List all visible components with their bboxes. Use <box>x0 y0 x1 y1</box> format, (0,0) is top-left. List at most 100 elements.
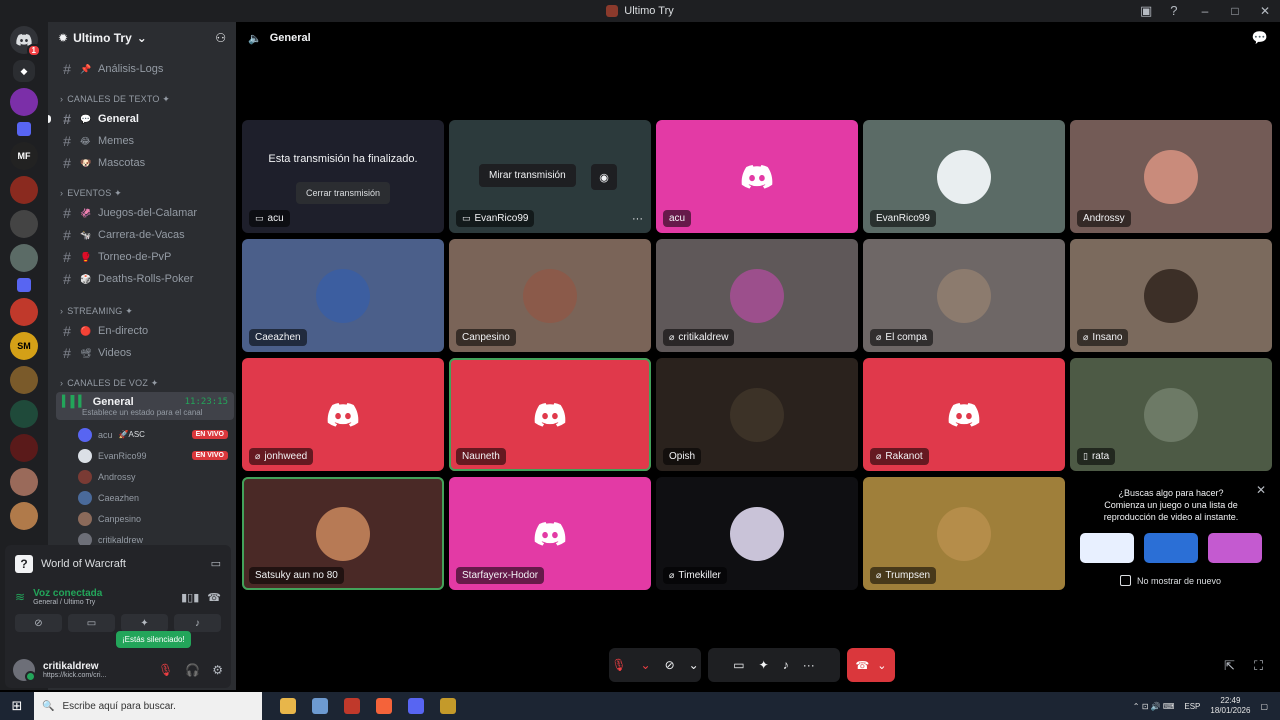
participant-tile[interactable]: Nauneth <box>449 358 651 471</box>
minimize-button[interactable]: – <box>1190 4 1220 18</box>
game-activity-card[interactable]: ? World of Warcraft ▭ <box>5 545 231 582</box>
brave-browser-icon[interactable] <box>376 698 392 714</box>
mic-muted-icon[interactable]: 🎙 <box>611 658 626 672</box>
fullscreen-icon[interactable]: ⛶ <box>1254 658 1263 674</box>
participant-tile[interactable]: ⌀ critikaldrew <box>656 239 858 352</box>
watch-stream-button[interactable]: Mirar transmisión <box>479 164 576 187</box>
channel-item[interactable]: # 💬 General <box>48 108 230 130</box>
user-info[interactable]: critikaldrew https://kick.com/cri... <box>43 661 106 679</box>
participant-tile[interactable]: Satsuky aun no 80 <box>242 477 444 590</box>
participant-tile[interactable]: ⌀ Insano <box>1070 239 1272 352</box>
folder-icon[interactable] <box>17 278 31 292</box>
notifications-icon[interactable]: ▢ <box>1260 702 1268 711</box>
server-icon[interactable] <box>10 210 38 238</box>
participant-tile[interactable]: Androssy <box>1070 120 1272 233</box>
server-icon[interactable] <box>10 244 38 272</box>
channel-category[interactable]: › STREAMING ✦ <box>48 300 236 322</box>
voice-status[interactable]: Establece un estado para el canal <box>62 408 228 417</box>
noise-icon[interactable]: ▮▯▮ <box>181 591 199 604</box>
clock[interactable]: 22:49 18/01/2026 <box>1210 696 1250 716</box>
close-button[interactable]: ✕ <box>1250 4 1280 18</box>
server-icon[interactable] <box>10 176 38 204</box>
voice-channel-general[interactable]: ▍▌▍ General 11:23:15 Establece un estado… <box>56 392 234 420</box>
participant-tile[interactable]: Opish <box>656 358 858 471</box>
help-icon[interactable]: ? <box>1170 3 1177 19</box>
participant-tile[interactable]: Caeazhen <box>242 239 444 352</box>
voice-user[interactable]: Canpesino <box>48 508 236 529</box>
direct-messages-button[interactable]: 1 <box>10 26 41 57</box>
channel-item[interactable]: # 📌 Análisis-Logs <box>54 58 230 80</box>
participant-tile[interactable]: Starfayerx-Hodor <box>449 477 651 590</box>
voice-user[interactable]: acu 🚀ASC EN VIVO <box>48 424 236 445</box>
participant-tile[interactable]: EvanRico99 <box>863 120 1065 233</box>
participant-tile[interactable]: ▯ rata <box>1070 358 1272 471</box>
close-stream-button[interactable]: Cerrar transmisión <box>296 182 390 204</box>
chevron-down-icon[interactable]: ⌄ <box>641 658 651 672</box>
server-icon[interactable]: MF <box>10 142 38 170</box>
screen-share-icon[interactable]: ▭ <box>211 557 221 570</box>
activity-card[interactable] <box>1208 533 1262 563</box>
channel-item[interactable]: # 😂 Memes <box>54 130 230 152</box>
camera-off-icon[interactable]: ⊘ <box>665 658 675 672</box>
dont-show-again[interactable]: No mostrar de nuevo <box>1120 575 1221 586</box>
channel-item[interactable]: # 🐄 Carrera-de-Vacas <box>54 224 230 246</box>
tray-icons[interactable]: ⌃ ⊡ 🔊 ⌨ <box>1133 702 1175 711</box>
server-icon[interactable] <box>10 468 38 496</box>
participant-tile[interactable]: Mirar transmisión ◉ ··· ▭ EvanRico99 <box>449 120 651 233</box>
participant-tile[interactable]: ⌀ El compa <box>863 239 1065 352</box>
more-icon[interactable]: ··· <box>632 213 643 225</box>
screen-share-button[interactable]: ▭ <box>68 614 115 632</box>
avatar[interactable] <box>13 659 36 682</box>
channel-category[interactable]: › CANALES DE VOZ ✦ <box>48 372 236 394</box>
channel-item[interactable]: # 🔴 En-directo <box>54 320 230 342</box>
channel-item[interactable]: # 📽 Videos <box>54 342 230 364</box>
soundboard-icon[interactable]: ♪ <box>783 658 789 672</box>
mic-muted-icon[interactable]: 🎙 <box>158 663 173 677</box>
voice-user[interactable]: Caeazhen <box>48 487 236 508</box>
channel-category[interactable]: › CANALES DE TEXTO ✦ <box>48 88 236 110</box>
discord-taskbar-icon[interactable] <box>408 698 424 714</box>
server-icon[interactable] <box>10 88 38 116</box>
disconnect-icon[interactable]: ☎ <box>207 591 221 604</box>
screen-share-icon[interactable]: ▭ <box>733 658 744 672</box>
participant-tile[interactable]: ⌀ Rakanot <box>863 358 1065 471</box>
participant-tile[interactable]: ⌀ Trumpsen <box>863 477 1065 590</box>
activities-icon[interactable]: ✦ <box>759 658 769 672</box>
file-explorer-icon[interactable] <box>280 698 296 714</box>
participant-tile[interactable]: Esta transmisión ha finalizado. Cerrar tr… <box>242 120 444 233</box>
channel-item[interactable]: # 🥊 Torneo-de-PvP <box>54 246 230 268</box>
server-icon[interactable]: ◆ <box>13 60 35 82</box>
disconnect-button[interactable]: ☎ ⌄ <box>847 648 895 682</box>
channel-item[interactable]: # 🎲 Deaths-Rolls-Poker <box>54 268 230 290</box>
keyboard-language[interactable]: ESP <box>1184 702 1200 711</box>
activity-card[interactable] <box>1080 533 1134 563</box>
channel-item[interactable]: # 🦑 Juegos-del-Calamar <box>54 202 230 224</box>
folder-icon[interactable] <box>17 122 31 136</box>
chat-icon[interactable]: 💬 <box>1252 30 1268 46</box>
server-icon[interactable] <box>10 400 38 428</box>
server-icon[interactable]: SM <box>10 332 38 360</box>
participant-tile[interactable]: Canpesino <box>449 239 651 352</box>
inbox-icon[interactable]: ▣ <box>1140 3 1152 19</box>
app-icon[interactable] <box>344 698 360 714</box>
activity-button[interactable]: ✦ <box>121 614 168 632</box>
preview-eye-icon[interactable]: ◉ <box>591 164 617 190</box>
app-icon[interactable] <box>312 698 328 714</box>
server-icon[interactable] <box>10 434 38 462</box>
voice-user[interactable]: Androssy <box>48 466 236 487</box>
activity-card[interactable] <box>1144 533 1198 563</box>
participant-tile[interactable]: acu <box>656 120 858 233</box>
checkbox[interactable] <box>1120 575 1131 586</box>
server-icon[interactable] <box>10 298 38 326</box>
participant-tile[interactable]: ⌀ jonhweed <box>242 358 444 471</box>
chevron-down-icon[interactable]: ⌄ <box>689 658 699 672</box>
channel-category[interactable]: › EVENTOS ✦ <box>48 182 236 204</box>
participant-tile[interactable]: ⌀ Timekiller <box>656 477 858 590</box>
voice-user[interactable]: EvanRico99 EN VIVO <box>48 445 236 466</box>
channel-item[interactable]: # 🐶 Mascotas <box>54 152 230 174</box>
soundboard-button[interactable]: ♪ <box>174 614 221 632</box>
more-icon[interactable]: ··· <box>803 658 815 672</box>
popout-icon[interactable]: ⇱ <box>1224 658 1235 674</box>
server-icon[interactable] <box>10 502 38 530</box>
maximize-button[interactable]: □ <box>1220 4 1250 18</box>
